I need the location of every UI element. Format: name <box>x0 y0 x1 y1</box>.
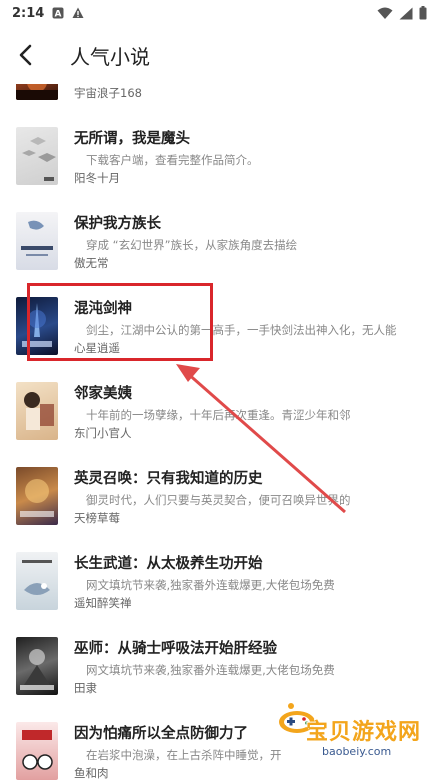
book-cover <box>16 722 58 780</box>
book-cover <box>16 84 58 100</box>
book-author: 东门小官人 <box>74 426 132 440</box>
book-cover <box>16 637 58 695</box>
app-bar: 人气小说 <box>0 26 439 84</box>
book-item[interactable]: 英灵召唤：只有我知道的历史 御灵时代，人们只要与英灵契合，便可召唤异世界的 天榜… <box>0 467 439 552</box>
book-desc: 十年前的一场孽缘，十年后再次重逢。青涩少年和邻 <box>86 408 351 422</box>
book-item[interactable]: 无所谓，我是魔头 下载客户端，查看完整作品简介。 阳冬十月 <box>0 127 439 212</box>
book-list[interactable]: 宇宙浪子168 无所谓，我是魔头 下载客户端，查看完整作品简介。 阳冬十月 保护… <box>0 84 439 782</box>
book-cover <box>16 467 58 525</box>
book-title: 邻家美姨 <box>74 386 132 402</box>
back-arrow-icon <box>19 44 32 66</box>
book-item[interactable]: 邻家美姨 十年前的一场孽缘，十年后再次重逢。青涩少年和邻 东门小官人 <box>0 382 439 467</box>
book-cover <box>16 212 58 270</box>
book-item[interactable]: 宇宙浪子168 <box>0 84 439 127</box>
watermark: 宝贝游戏网 baobeiy.com <box>262 692 432 762</box>
signal-icon <box>399 7 413 19</box>
watermark-title: 宝贝游戏网 <box>306 720 422 745</box>
highlight-box <box>27 283 213 361</box>
book-desc: 网文填坑节来袭,独家番外连载爆更,大佬包场免费 <box>86 663 335 677</box>
battery-icon <box>419 6 427 20</box>
book-title: 巫师：从骑士呼吸法开始肝经验 <box>74 641 277 657</box>
book-author: 遥知醉笑禅 <box>74 596 132 610</box>
book-desc: 穿成 “玄幻世界”族长，从家族角度去描绘 <box>86 238 298 252</box>
book-author: 宇宙浪子168 <box>74 86 142 100</box>
watermark-url: baobeiy.com <box>322 745 392 758</box>
book-title: 英灵召唤：只有我知道的历史 <box>74 471 263 487</box>
book-cover <box>16 127 58 185</box>
wifi-icon <box>377 7 393 19</box>
book-author: 阳冬十月 <box>74 171 120 185</box>
book-cover <box>16 382 58 440</box>
book-cover <box>16 552 58 610</box>
warning-icon <box>72 7 84 18</box>
book-author: 傲无常 <box>74 256 109 270</box>
book-desc: 网文填坑节来袭,独家番外连载爆更,大佬包场免费 <box>86 578 335 592</box>
book-title: 无所谓，我是魔头 <box>74 131 190 147</box>
book-author: 鱼和肉 <box>74 766 109 780</box>
page-title: 人气小说 <box>70 44 150 69</box>
book-author: 天榜草莓 <box>74 511 120 525</box>
book-title: 长生武道：从太极养生功开始 <box>74 556 263 572</box>
svg-text:A: A <box>55 10 62 20</box>
status-bar: 2:14 A <box>0 0 439 26</box>
book-item[interactable]: 长生武道：从太极养生功开始 网文填坑节来袭,独家番外连载爆更,大佬包场免费 遥知… <box>0 552 439 637</box>
back-button[interactable] <box>12 41 40 69</box>
book-desc: 御灵时代，人们只要与英灵契合，便可召唤异世界的 <box>86 493 351 507</box>
book-desc: 下载客户端，查看完整作品简介。 <box>86 153 259 167</box>
book-title: 保护我方族长 <box>74 216 161 232</box>
notification-a-icon: A <box>52 7 64 19</box>
status-time: 2:14 <box>12 5 45 21</box>
